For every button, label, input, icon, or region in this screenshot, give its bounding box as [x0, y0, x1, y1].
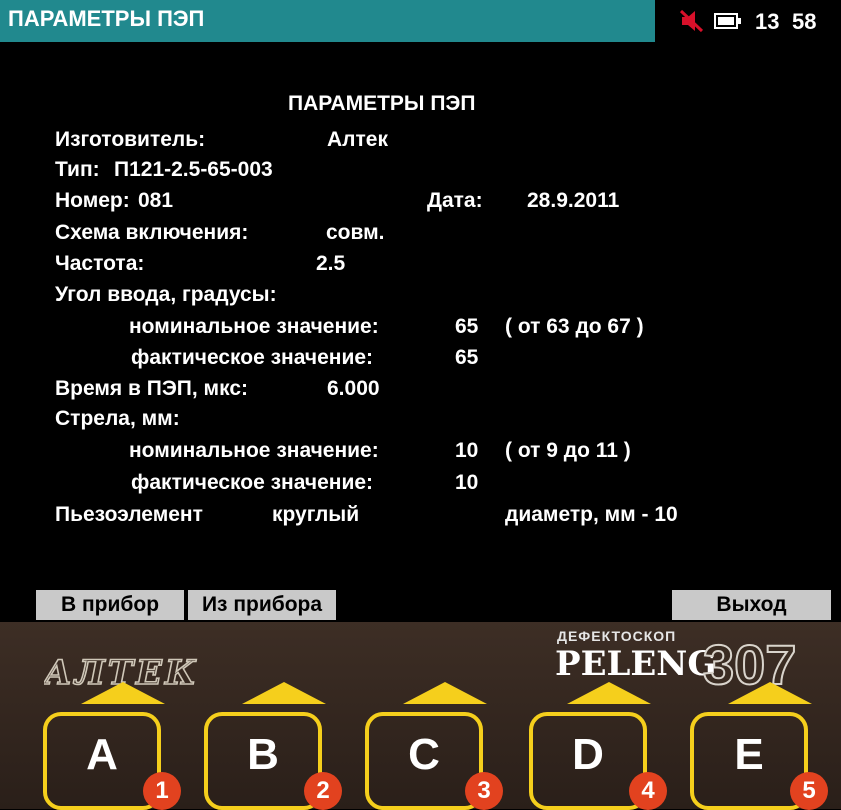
key-c[interactable]: C 3: [365, 682, 503, 810]
arrow-nominal-label: номинальное значение:: [129, 439, 379, 462]
key-c-indicator-icon: [403, 682, 487, 704]
frequency-label: Частота:: [55, 252, 145, 275]
key-b-indicator-icon: [242, 682, 326, 704]
softkey-bar: В прибор Из прибора Выход: [0, 590, 841, 622]
clock-minutes: 58: [792, 9, 817, 34]
arrow-label: Стрела, мм:: [55, 407, 180, 430]
key-d-letter: D: [572, 730, 604, 779]
key-a-indicator-icon: [81, 682, 165, 704]
window-title: ПАРАМЕТРЫ ПЭП: [8, 6, 205, 31]
to-device-button[interactable]: В прибор: [36, 590, 184, 620]
key-a-letter: A: [86, 730, 118, 779]
key-a-number: 1: [143, 772, 181, 810]
key-b-letter: B: [247, 730, 279, 779]
scheme-value: совм.: [326, 221, 385, 244]
type-label: Тип:: [55, 158, 100, 181]
key-e[interactable]: E 5: [690, 682, 828, 810]
title-bar: ПАРАМЕТРЫ ПЭП 13 58: [0, 0, 841, 42]
piezo-label: Пьезоэлемент: [55, 503, 203, 526]
time-value: 6.000: [327, 377, 380, 400]
key-d-number: 4: [629, 772, 667, 810]
device-screen: ПАРАМЕТРЫ ПЭП 13 58 ПАРАМЕТРЫ ПЭП Изгото…: [0, 0, 841, 622]
key-a[interactable]: A 1: [43, 682, 181, 810]
angle-actual-value: 65: [455, 346, 479, 369]
key-e-indicator-icon: [728, 682, 812, 704]
device-name: PELENG: [555, 644, 717, 684]
angle-actual-label: фактическое значение:: [131, 346, 374, 369]
piezo-shape: круглый: [272, 503, 360, 526]
key-e-number: 5: [790, 772, 828, 810]
panel-heading: ПАРАМЕТРЫ ПЭП: [288, 92, 476, 115]
key-b-number: 2: [304, 772, 342, 810]
arrow-actual-label: фактическое значение:: [131, 471, 374, 494]
key-c-number: 3: [465, 772, 503, 810]
arrow-nominal-value: 10: [455, 439, 479, 462]
transducer-parameters-panel: ПАРАМЕТРЫ ПЭП Изготовитель: Алтек Тип: П…: [0, 42, 841, 587]
device-caption: ДЕФЕКТОСКОП: [557, 628, 677, 644]
exit-button[interactable]: Выход: [672, 590, 831, 620]
manufacturer-value: Алтек: [327, 128, 388, 151]
type-value: П121-2.5-65-003: [114, 158, 273, 181]
speaker-muted-icon: [679, 9, 704, 33]
from-device-button[interactable]: Из прибора: [188, 590, 336, 620]
key-d-indicator-icon: [567, 682, 651, 704]
time-label: Время в ПЭП, мкс:: [55, 377, 248, 400]
date-label: Дата:: [427, 189, 483, 212]
angle-nominal-value: 65: [455, 315, 479, 338]
angle-label: Угол ввода, градусы:: [55, 283, 277, 306]
manufacturer-label: Изготовитель:: [55, 128, 206, 151]
frequency-value: 2.5: [316, 252, 346, 275]
piezo-diameter: диаметр, мм - 10: [505, 503, 678, 526]
key-b[interactable]: B 2: [204, 682, 342, 810]
key-e-letter: E: [734, 730, 764, 779]
battery-icon: [714, 13, 741, 29]
scheme-label: Схема включения:: [55, 221, 249, 244]
title-bar-background: ПАРАМЕТРЫ ПЭП: [0, 0, 655, 42]
date-value: 28.9.2011: [527, 189, 620, 212]
angle-nominal-label: номинальное значение:: [129, 315, 379, 338]
number-label: Номер:: [55, 189, 130, 212]
number-value: 081: [138, 189, 174, 212]
clock-hours: 13: [755, 9, 780, 34]
status-area: 13 58: [655, 0, 841, 42]
key-c-letter: C: [408, 730, 440, 779]
angle-nominal-range: ( от 63 до 67 ): [505, 315, 644, 338]
arrow-nominal-range: ( от 9 до 11 ): [505, 439, 631, 462]
arrow-actual-value: 10: [455, 471, 479, 494]
key-d[interactable]: D 4: [529, 682, 667, 810]
